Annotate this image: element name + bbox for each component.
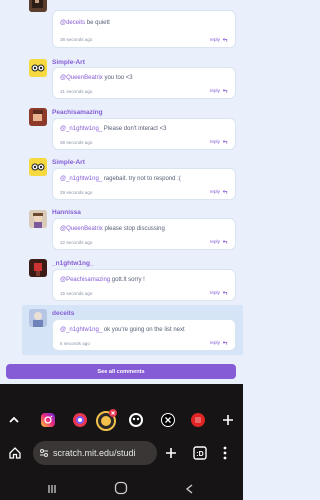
site-settings-icon[interactable] (39, 448, 49, 458)
comment-bubble: @QueenBeatrix you too <3 31 seconds ago … (52, 67, 236, 99)
comment-username[interactable]: Simple-Art (52, 59, 85, 66)
comment-bubble: @QueenBeatrix please stop discussing 22 … (52, 218, 236, 250)
comment-text: @QueenBeatrix you too <3 (60, 75, 133, 81)
url-text[interactable]: scratch.mit.edu/studi (53, 448, 153, 458)
comment-text: @Peachisamazing gott.lt sorry ! (60, 277, 145, 283)
reply-button[interactable]: reply (210, 139, 228, 145)
reply-button[interactable]: reply (210, 37, 228, 43)
mention-link[interactable]: @Peachisamazing (60, 277, 110, 283)
comment-username[interactable]: Hannissa (52, 209, 81, 216)
reply-icon (222, 189, 228, 194)
reply-icon (222, 37, 228, 42)
comment-bubble: @_n1ghtw1ng_ ok you're going on the list… (52, 319, 236, 351)
reply-icon (222, 139, 228, 144)
tab-switcher-icon[interactable]: :D (192, 445, 208, 461)
comment-time: 22 seconds ago (60, 240, 93, 245)
mention-link[interactable]: @QueenBeatrix (60, 75, 103, 81)
reply-icon (222, 239, 228, 244)
x-icon[interactable] (160, 411, 176, 429)
chevron-up-icon[interactable] (6, 411, 22, 429)
comment-bubble: @deceits be quiett 38 seconds ago reply (52, 10, 236, 48)
mention-link[interactable]: @deceits (60, 20, 85, 26)
avatar[interactable] (29, 158, 47, 176)
comment-bubble: @Peachisamazing gott.lt sorry ! 15 secon… (52, 269, 236, 301)
active-tab-icon[interactable] (96, 408, 118, 432)
comment-bubble: @_n1ghtw1ng_ Please don't interact <3 38… (52, 118, 236, 150)
reply-icon (222, 290, 228, 295)
mention-link[interactable]: @QueenBeatrix (60, 226, 103, 232)
mention-link[interactable]: @_n1ghtw1ng_ (60, 176, 102, 182)
app-icon[interactable] (128, 411, 144, 429)
comment-text: @QueenBeatrix please stop discussing (60, 226, 165, 232)
comment-time: 5 seconds ago (60, 341, 90, 346)
back-icon[interactable] (184, 482, 196, 494)
avatar[interactable] (29, 0, 47, 12)
comment-username[interactable]: Simple-Art (52, 159, 85, 166)
comment-bubble: @_n1ghtw1ng_ ragebait. try not to respon… (52, 168, 236, 200)
instagram-icon[interactable] (40, 411, 56, 429)
recent-apps-icon[interactable] (46, 482, 58, 494)
comment-text: @_n1ghtw1ng_ ok you're going on the list… (60, 327, 185, 333)
home-button-icon[interactable] (114, 481, 128, 495)
comment-username[interactable]: _n1ghtw1ng_ (52, 260, 94, 267)
more-menu-icon[interactable] (220, 445, 230, 461)
comment-time: 38 seconds ago (60, 37, 93, 42)
comment-text: @_n1ghtw1ng_ Please don't interact <3 (60, 126, 167, 132)
comment-username[interactable]: deceits (52, 310, 74, 317)
mention-link[interactable]: @_n1ghtw1ng_ (60, 327, 102, 333)
avatar[interactable] (29, 59, 47, 77)
comment-text: @_n1ghtw1ng_ ragebait. try not to respon… (60, 176, 181, 182)
comment-time: 38 seconds ago (60, 140, 93, 145)
comment-text: @deceits be quiett (60, 20, 110, 26)
app-icon[interactable] (72, 411, 88, 429)
svg-text::D: :D (196, 451, 203, 458)
reply-button[interactable]: reply (210, 290, 228, 296)
reply-button[interactable]: reply (210, 88, 228, 94)
address-bar[interactable]: scratch.mit.edu/studi (33, 441, 157, 465)
avatar[interactable] (29, 108, 47, 126)
comment-username[interactable]: Peachisamazing (52, 109, 103, 116)
home-icon[interactable] (8, 446, 22, 460)
comment-time: 15 seconds ago (60, 291, 93, 296)
reply-button[interactable]: reply (210, 189, 228, 195)
comment-time: 31 seconds ago (60, 89, 93, 94)
reply-icon (222, 88, 228, 93)
new-tab-icon[interactable] (164, 446, 178, 460)
avatar[interactable] (29, 259, 47, 277)
browser-toolbar: scratch.mit.edu/studi :D (8, 439, 235, 471)
avatar[interactable] (29, 309, 47, 327)
mention-link[interactable]: @_n1ghtw1ng_ (60, 126, 102, 132)
reply-icon (222, 340, 228, 345)
comments-feed: @deceits be quiett 38 seconds ago reply … (0, 0, 243, 384)
avatar[interactable] (29, 210, 47, 228)
reply-button[interactable]: reply (210, 340, 228, 346)
app-icon[interactable] (190, 411, 206, 429)
reply-button[interactable]: reply (210, 239, 228, 245)
plus-icon[interactable] (220, 411, 236, 429)
see-all-comments-button[interactable]: See all comments (6, 364, 236, 379)
comment-time: 29 seconds ago (60, 190, 93, 195)
system-navbar (0, 474, 243, 500)
